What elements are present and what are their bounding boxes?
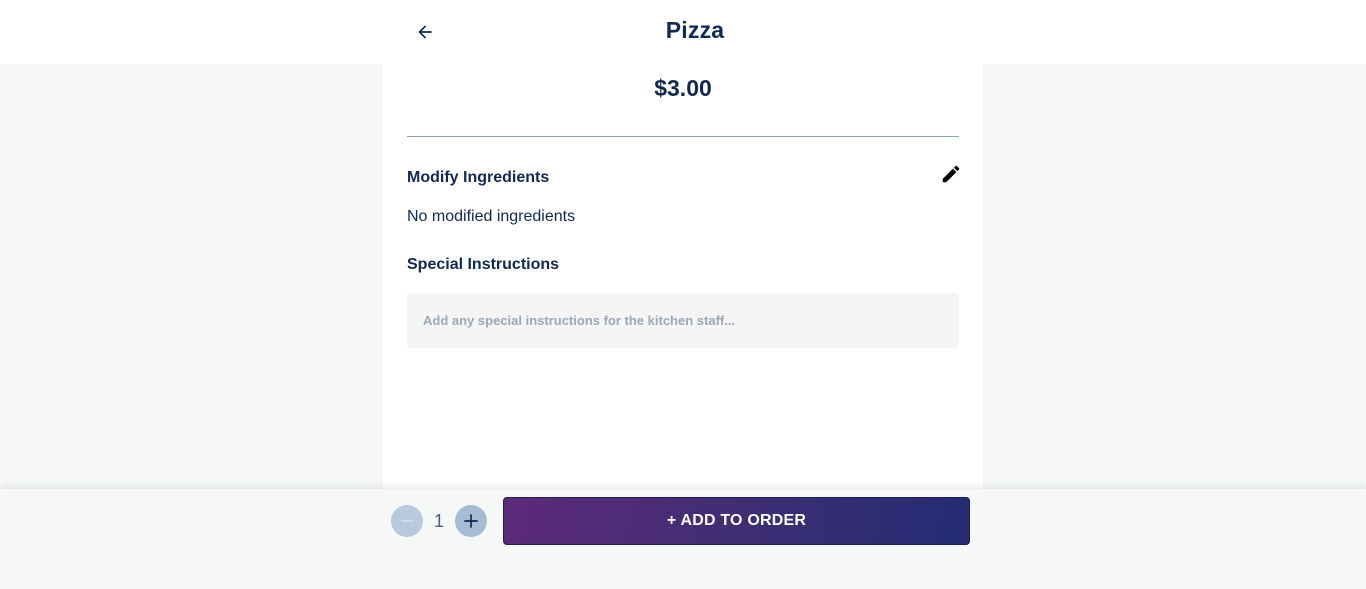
plus-icon — [464, 514, 478, 528]
decrease-quantity-button[interactable] — [391, 505, 423, 537]
pencil-icon — [942, 165, 960, 183]
increase-quantity-button[interactable] — [455, 505, 487, 537]
quantity-value: 1 — [433, 511, 444, 531]
modify-ingredients-title: Modify Ingredients — [407, 169, 550, 186]
special-instructions-input[interactable] — [407, 293, 959, 348]
order-controls: 1 + ADD TO ORDER — [383, 489, 983, 589]
minus-icon — [401, 520, 413, 522]
item-price: $3.00 — [654, 75, 712, 101]
page: Pizza $3.00 Modify Ingredients No modifi… — [0, 0, 1366, 589]
order-footer: 1 + ADD TO ORDER — [0, 489, 1366, 589]
divider — [407, 136, 959, 137]
header-bar: Pizza — [0, 0, 1366, 64]
page-title: Pizza — [665, 17, 725, 43]
ingredients-status: No modified ingredients — [407, 208, 576, 225]
add-to-order-button[interactable]: + ADD TO ORDER — [503, 497, 970, 545]
special-instructions-title: Special Instructions — [407, 256, 560, 273]
edit-ingredients-button[interactable] — [939, 162, 963, 186]
